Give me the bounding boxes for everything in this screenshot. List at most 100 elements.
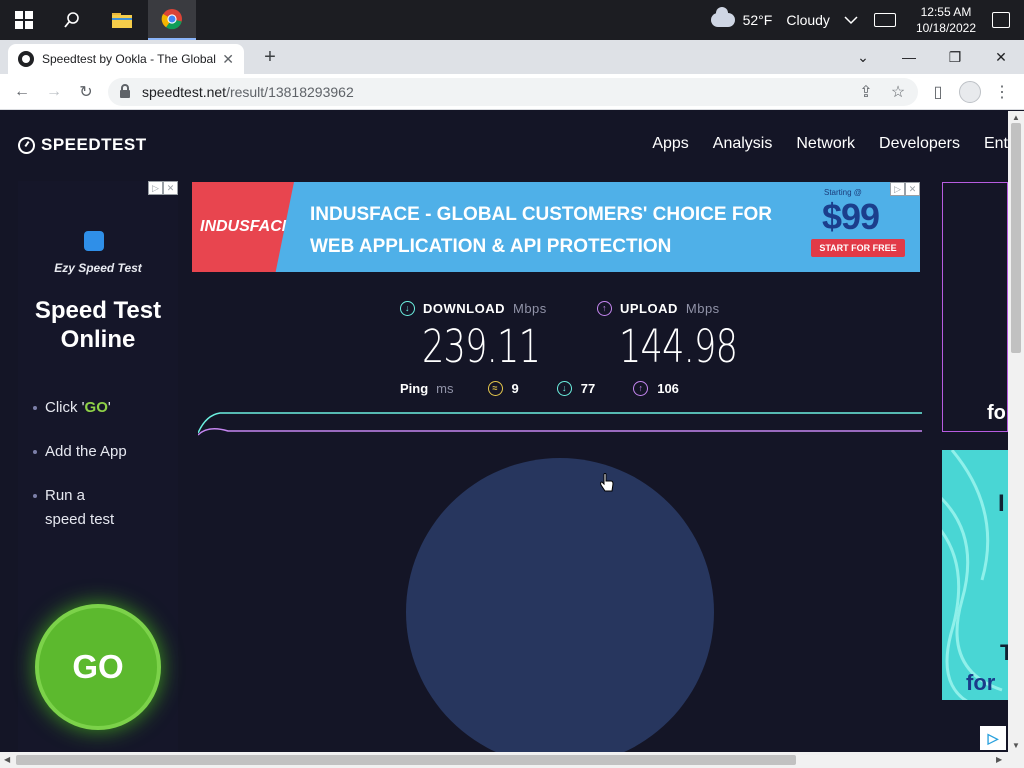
ad-step-1: Click 'GO'	[33, 396, 127, 420]
banner-line1: INDUSFACE - GLOBAL CUSTOMERS' CHOICE FOR	[310, 204, 772, 225]
speedtest-gauge-icon	[18, 136, 35, 154]
ad-info-icon[interactable]: ▷	[890, 182, 905, 196]
ad-go-button[interactable]: GO	[35, 604, 161, 730]
left-ad-ezy-speed-test[interactable]: ▷ ✕ Ezy Speed Test Speed Test Online Clic…	[18, 181, 178, 752]
chevron-up-icon[interactable]	[844, 15, 858, 25]
cloud-icon	[710, 7, 735, 27]
forward-arrow-icon[interactable]: →	[42, 80, 66, 104]
speedtest-page: SPEEDTEST Apps Analysis Network Develope…	[0, 111, 1008, 752]
ad-app-name: Ezy Speed Test	[54, 261, 142, 275]
clock-time: 12:55 AM	[920, 5, 972, 19]
hand-cursor-icon	[600, 473, 614, 492]
restore-button[interactable]: ❐	[932, 40, 978, 74]
url-path: /result/13818293962	[226, 84, 354, 100]
speedtest-logo[interactable]: SPEEDTEST	[18, 135, 147, 155]
folder-icon	[112, 13, 132, 28]
ad-info-icon[interactable]: ▷	[148, 181, 163, 195]
ad-headline-line2: Online	[60, 326, 136, 353]
weather-condition: Cloudy	[786, 12, 830, 28]
ad-steps: Click 'GO' Add the App Run a speed test	[33, 396, 127, 552]
upload-unit: Mbps	[685, 301, 720, 316]
tab-speedtest[interactable]: Speedtest by Ookla - The Global Broadban…	[8, 44, 244, 74]
upload-arrow-icon: ↑	[597, 301, 612, 316]
download-value: 239.11	[422, 320, 541, 373]
horizontal-scrollbar[interactable]: ◀ ▶	[0, 752, 1024, 768]
jitter-icon: ≈	[487, 381, 503, 396]
nav-enterprise[interactable]: Ent	[984, 135, 1008, 153]
ping-label: Ping	[400, 381, 429, 396]
search-icon	[64, 12, 79, 28]
tab-close-icon[interactable]: ✕	[222, 51, 234, 68]
share-icon[interactable]: ⇪	[854, 80, 878, 104]
ad-headline: Speed Test Online	[18, 296, 178, 354]
back-arrow-icon[interactable]: ←	[10, 80, 34, 104]
download-result: ↓ DOWNLOAD Mbps 239.11	[400, 301, 573, 373]
ad-close-icon[interactable]: ✕	[905, 182, 920, 196]
horizontal-scroll-thumb[interactable]	[16, 755, 796, 765]
search-button[interactable]	[48, 0, 96, 40]
weather-temp: 52°F	[742, 12, 773, 28]
ad-wave-graphic	[942, 450, 1003, 700]
speed-graph	[198, 412, 922, 436]
ad-choices[interactable]: ▷ ✕	[148, 181, 178, 195]
right-ad-bottom[interactable]: I T for	[942, 450, 1008, 700]
indusface-banner-ad[interactable]: INDUSFACE INDUSFACE - GLOBAL CUSTOMERS' …	[192, 182, 920, 272]
ad-step-2: Add the App	[33, 440, 127, 464]
indusface-logo: INDUSFACE	[192, 182, 294, 272]
chrome-icon	[161, 9, 182, 30]
ping-jitter-value: 9	[511, 381, 519, 396]
lock-icon[interactable]	[120, 84, 130, 98]
chrome-menu-icon[interactable]: ⋮	[990, 80, 1014, 104]
profile-button[interactable]	[958, 80, 982, 104]
vertical-scroll-thumb[interactable]	[1011, 123, 1021, 353]
speedtest-favicon-icon	[18, 51, 34, 67]
bookmark-star-icon[interactable]: ☆	[886, 80, 910, 104]
ad-headline-line1: Speed Test	[34, 297, 162, 324]
upload-graph-line	[198, 428, 922, 436]
ad-close-icon[interactable]: ✕	[163, 181, 178, 195]
ping-download-icon: ↓	[556, 381, 572, 396]
nav-network[interactable]: Network	[796, 135, 855, 153]
chrome-taskbar-button[interactable]	[148, 0, 196, 40]
new-tab-button[interactable]: +	[258, 46, 282, 69]
file-explorer-button[interactable]	[98, 0, 146, 40]
ping-row: Ping ms ≈9 ↓ 77 ↑ 106	[400, 381, 717, 396]
nav-apps[interactable]: Apps	[652, 135, 688, 153]
reload-icon[interactable]: ↻	[74, 80, 98, 104]
avatar	[959, 81, 981, 103]
upload-result: ↑ UPLOAD Mbps 144.98	[597, 301, 770, 373]
banner-line2: WEB APPLICATION & API PROTECTION	[310, 236, 672, 257]
close-window-button[interactable]: ✕	[978, 40, 1024, 74]
ping-upload-icon: ↑	[633, 381, 649, 396]
minimize-button[interactable]: —	[886, 40, 932, 74]
nav-analysis[interactable]: Analysis	[713, 135, 773, 153]
logo-text: SPEEDTEST	[41, 135, 147, 154]
download-arrow-icon: ↓	[400, 301, 415, 316]
ping-download-value: 77	[580, 381, 596, 396]
notification-icon[interactable]	[992, 12, 1010, 28]
windows-logo-icon	[15, 11, 33, 29]
adchoices-corner-icon[interactable]: ▷	[980, 726, 1006, 750]
keyboard-icon[interactable]	[873, 13, 896, 27]
right-ad-top[interactable]: fo	[942, 182, 1008, 432]
clock-date: 10/18/2022	[915, 21, 976, 35]
banner-ad-choices[interactable]: ▷ ✕	[890, 182, 920, 196]
nav-developers[interactable]: Developers	[879, 135, 960, 153]
banner-headline: INDUSFACE - GLOBAL CUSTOMERS' CHOICE FOR…	[310, 199, 772, 263]
side-panel-icon[interactable]: ▯	[926, 80, 950, 104]
address-bar[interactable]: speedtest.net/result/13818293962	[108, 78, 918, 106]
ping-unit: ms	[436, 381, 454, 396]
download-graph-line	[198, 412, 922, 434]
taskbar-clock[interactable]: 12:55 AM 10/18/2022	[916, 4, 976, 36]
upload-value: 144.98	[619, 320, 738, 373]
windows-taskbar: 52°F Cloudy 12:55 AM 10/18/2022	[0, 0, 1024, 40]
browser-toolbar: ← → ↻ speedtest.net/result/13818293962 ⇪…	[0, 74, 1024, 110]
banner-cta-button[interactable]: START FOR FREE	[811, 239, 905, 257]
vertical-scrollbar[interactable]: ▲ ▼	[1008, 111, 1024, 752]
ad-step-3: Run a speed test	[33, 484, 127, 532]
weather-widget[interactable]: 52°F Cloudy	[710, 7, 830, 28]
tab-search-icon[interactable]: ⌄	[840, 40, 886, 74]
start-button[interactable]	[0, 0, 48, 40]
speed-gauge	[406, 458, 714, 752]
tab-title: Speedtest by Ookla - The Global Broadban…	[42, 52, 216, 66]
